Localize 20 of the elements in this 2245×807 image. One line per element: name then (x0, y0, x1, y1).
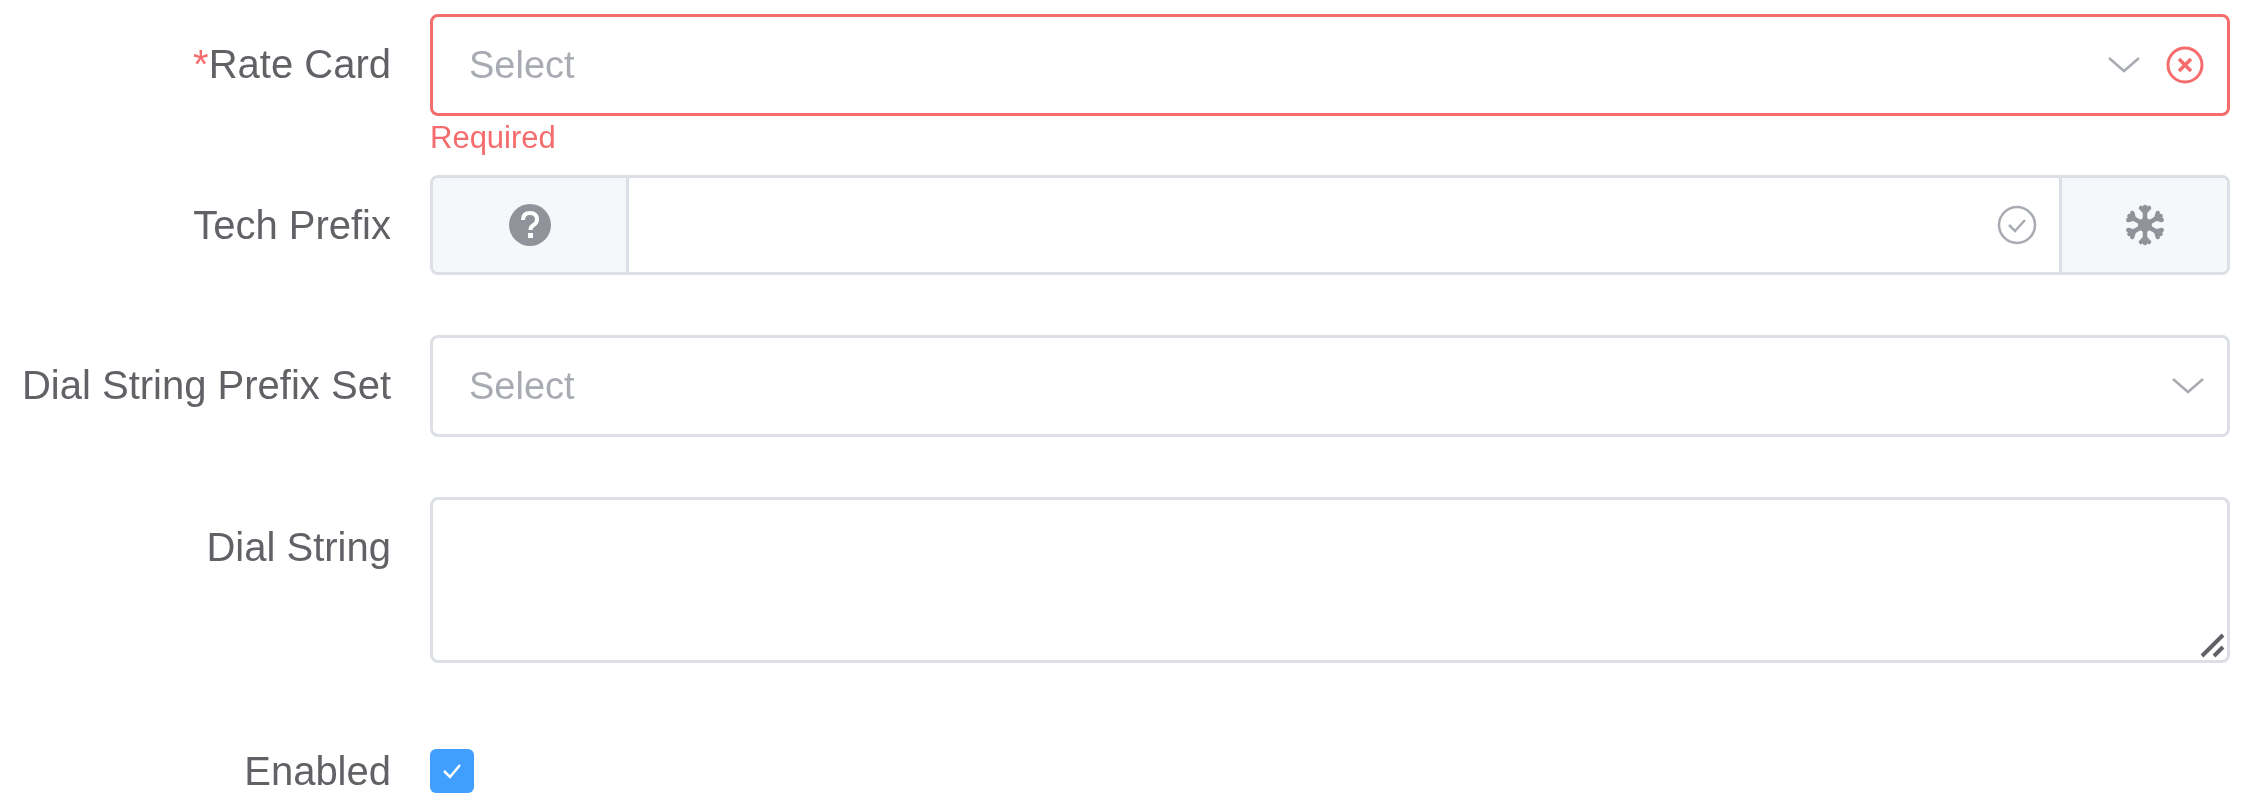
resize-handle-icon[interactable] (2199, 632, 2225, 658)
help-addon[interactable] (433, 178, 629, 272)
select-placeholder: Select (469, 42, 576, 88)
field-label: Tech Prefix (193, 202, 391, 249)
select-field[interactable]: Select (430, 335, 2230, 437)
checkbox[interactable] (430, 749, 474, 793)
check-circle-icon (1997, 205, 2037, 245)
chevron-down-icon (2171, 376, 2205, 396)
snowflake-addon[interactable] (2059, 178, 2227, 272)
field-label: Dial String (206, 524, 391, 571)
field-label: Enabled (244, 748, 391, 795)
help-icon (507, 203, 552, 247)
error-message: Required (430, 119, 557, 157)
clear-icon[interactable] (2165, 45, 2205, 85)
select-field[interactable]: Select (430, 14, 2230, 116)
field-label: *Rate Card (193, 41, 391, 88)
snowflake-icon (2123, 204, 2166, 246)
select-placeholder: Select (469, 363, 576, 409)
field-label: Dial String Prefix Set (21, 362, 391, 409)
chevron-down-icon (2107, 55, 2141, 75)
